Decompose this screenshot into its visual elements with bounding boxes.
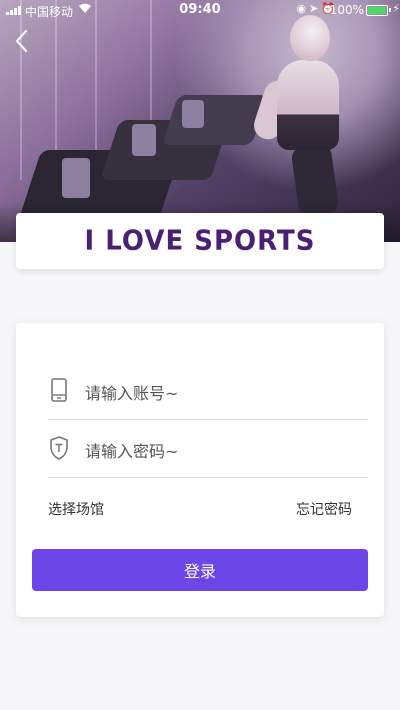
battery-icon <box>366 5 388 16</box>
banner-card: I LOVE SPORTS <box>16 213 384 269</box>
chevron-left-icon <box>15 29 28 53</box>
treadmill-screen <box>132 124 156 156</box>
shield-icon <box>48 435 70 461</box>
banner-title: I LOVE SPORTS <box>84 225 316 257</box>
password-field[interactable]: 请输入密码~ <box>48 419 368 478</box>
forgot-password-link[interactable]: 忘记密码 <box>296 499 352 519</box>
account-field[interactable]: 请输入账号~ <box>48 361 368 420</box>
window-frame <box>20 0 22 180</box>
location-icon: ➤ <box>309 2 322 15</box>
runner-figure <box>250 10 355 218</box>
back-button[interactable] <box>12 28 34 54</box>
status-bar: 中国移动 09:40 ◉➤⏰ 100% ⚡ <box>0 0 400 20</box>
hero-image <box>0 0 400 242</box>
charging-icon: ⚡ <box>392 2 400 15</box>
login-card: 请输入账号~ 请输入密码~ 选择场馆 忘记密码 登录 <box>16 323 384 617</box>
phone-icon <box>48 377 70 403</box>
password-input[interactable]: 请输入密码~ <box>85 438 178 462</box>
battery-percent: 100% <box>329 3 364 17</box>
account-input[interactable]: 请输入账号~ <box>85 380 178 404</box>
lock-rotation-icon: ◉ <box>296 2 310 15</box>
treadmill-screen <box>62 158 90 198</box>
select-venue-link[interactable]: 选择场馆 <box>48 499 104 519</box>
treadmill-screen <box>182 100 204 128</box>
login-button[interactable]: 登录 <box>32 549 368 591</box>
treadmill <box>161 95 269 145</box>
